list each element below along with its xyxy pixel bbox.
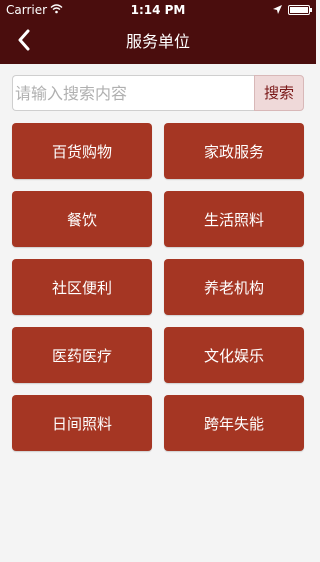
status-right [273, 0, 312, 20]
category-button-elderly-institution[interactable]: 养老机构 [164, 259, 304, 315]
status-bar: Carrier 1:14 PM [0, 0, 316, 20]
status-time: 1:14 PM [130, 3, 186, 17]
page-title: 服务单位 [125, 32, 190, 51]
category-button-housekeeping[interactable]: 家政服务 [164, 123, 304, 179]
battery-icon [288, 5, 312, 15]
nav-bar: 服务单位 [0, 20, 316, 64]
category-button-community-convenience[interactable]: 社区便利 [12, 259, 152, 315]
category-button-dining[interactable]: 餐饮 [12, 191, 152, 247]
category-button-department-store[interactable]: 百货购物 [12, 123, 152, 179]
category-button-day-care[interactable]: 日间照料 [12, 395, 152, 451]
category-button-culture-entertainment[interactable]: 文化娱乐 [164, 327, 304, 383]
category-button-medical[interactable]: 医药医疗 [12, 327, 152, 383]
category-grid: 百货购物 家政服务 餐饮 生活照料 社区便利 养老机构 医药医疗 文化娱乐 日间… [12, 123, 304, 451]
search-bar: 搜索 [12, 75, 304, 111]
search-input[interactable] [12, 75, 254, 111]
category-button-life-care[interactable]: 生活照料 [164, 191, 304, 247]
search-button[interactable]: 搜索 [254, 75, 304, 111]
header: Carrier 1:14 PM 服务单位 [0, 0, 316, 64]
location-arrow-icon [273, 0, 282, 20]
category-button-disability-care[interactable]: 跨年失能 [164, 395, 304, 451]
